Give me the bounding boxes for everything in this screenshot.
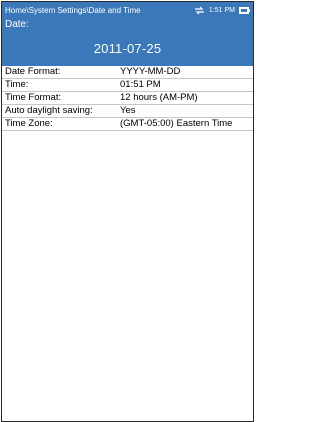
status-indicators: 1:51 PM	[194, 2, 250, 18]
sync-icon	[194, 6, 205, 15]
battery-icon	[239, 6, 250, 14]
device-screen: Home\System Settings\Date and Time 1:51 …	[1, 1, 254, 422]
settings-list: Date Format: YYYY-MM-DD Time: 01:51 PM T…	[2, 66, 253, 131]
setting-value[interactable]: Yes	[120, 105, 253, 117]
setting-label: Time Zone:	[5, 118, 53, 129]
setting-value[interactable]: (GMT-05:00) Eastern Time	[120, 118, 253, 130]
setting-label: Time:	[5, 79, 29, 90]
setting-value[interactable]: 12 hours (AM-PM)	[120, 92, 253, 104]
date-label: Date:	[5, 19, 29, 30]
date-value[interactable]: 2011-07-25	[2, 41, 253, 56]
setting-row-time[interactable]: Time: 01:51 PM	[2, 79, 253, 92]
setting-label: Date Format:	[5, 66, 61, 77]
breadcrumb[interactable]: Home\System Settings\Date and Time	[5, 6, 141, 15]
setting-row-time-format[interactable]: Time Format: 12 hours (AM-PM)	[2, 92, 253, 105]
setting-row-date-format[interactable]: Date Format: YYYY-MM-DD	[2, 66, 253, 79]
status-bar: Home\System Settings\Date and Time 1:51 …	[2, 2, 253, 18]
setting-row-auto-daylight-saving[interactable]: Auto daylight saving: Yes	[2, 105, 253, 118]
setting-value[interactable]: YYYY-MM-DD	[120, 66, 253, 78]
setting-label: Auto daylight saving:	[5, 105, 93, 116]
setting-value[interactable]: 01:51 PM	[120, 79, 253, 91]
setting-row-time-zone[interactable]: Time Zone: (GMT-05:00) Eastern Time	[2, 118, 253, 131]
date-panel[interactable]: Date: 2011-07-25	[2, 18, 253, 66]
clock: 1:51 PM	[208, 6, 235, 14]
setting-label: Time Format:	[5, 92, 62, 103]
